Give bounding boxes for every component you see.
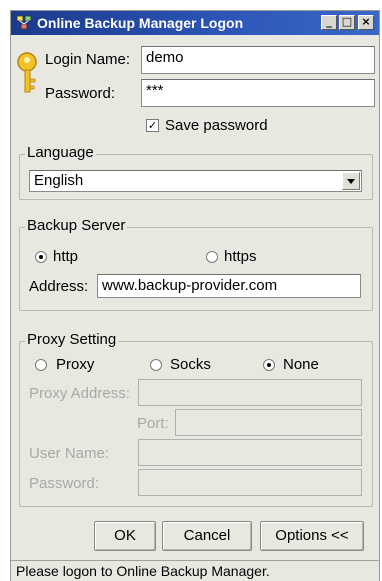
close-button[interactable]: × [358,15,374,30]
language-select[interactable]: English [29,170,362,192]
https-label: https [224,248,257,265]
password-input[interactable]: *** [141,79,375,107]
backup-server-group [19,227,373,311]
proxy-password-input[interactable] [138,469,362,496]
proxy-address-label: Proxy Address: [29,385,130,402]
address-label: Address: [29,278,89,295]
logon-dialog: Online Backup Manager Logon _ □ × Login … [10,10,380,581]
maximize-button[interactable]: □ [339,15,355,30]
title-bar[interactable]: Online Backup Manager Logon _ □ × [11,11,379,35]
minimize-button[interactable]: _ [321,15,337,30]
user-name-input[interactable] [138,439,362,466]
port-input[interactable] [175,409,362,436]
proxy-address-input[interactable] [138,379,362,406]
none-radio[interactable] [263,359,275,371]
https-radio[interactable] [206,251,218,263]
http-label: http [53,248,79,265]
backup-server-group-title: Backup Server [25,217,128,234]
proxy-radio-label: Proxy [56,356,95,373]
proxy-radio[interactable] [35,359,47,371]
chevron-down-icon[interactable] [342,172,360,190]
http-radio[interactable] [35,251,47,263]
save-password-label: Save password [165,117,268,134]
network-computers-icon [16,15,32,30]
login-name-input[interactable]: demo [141,46,375,74]
login-name-label: Login Name: [45,51,131,68]
password-label: Password: [45,85,116,102]
save-password-checkbox[interactable]: ✓ [146,119,159,132]
language-group-title: Language [25,144,96,161]
language-selected-value: English [34,172,84,189]
cancel-button[interactable]: Cancel [162,521,252,551]
address-input[interactable]: www.backup-provider.com [97,274,361,298]
status-bar: Please logon to Online Backup Manager. [11,560,379,581]
ok-button[interactable]: OK [94,521,156,551]
none-radio-label: None [283,356,319,373]
key-icon [17,52,37,93]
port-label: Port: [137,415,169,432]
proxy-setting-group-title: Proxy Setting [25,331,119,348]
window-title: Online Backup Manager Logon [37,15,244,31]
user-name-label: User Name: [29,445,110,462]
options-button[interactable]: Options << [260,521,364,551]
proxy-password-label: Password: [29,475,100,492]
status-text: Please logon to Online Backup Manager. [16,563,270,579]
socks-radio[interactable] [150,359,162,371]
socks-radio-label: Socks [170,356,211,373]
